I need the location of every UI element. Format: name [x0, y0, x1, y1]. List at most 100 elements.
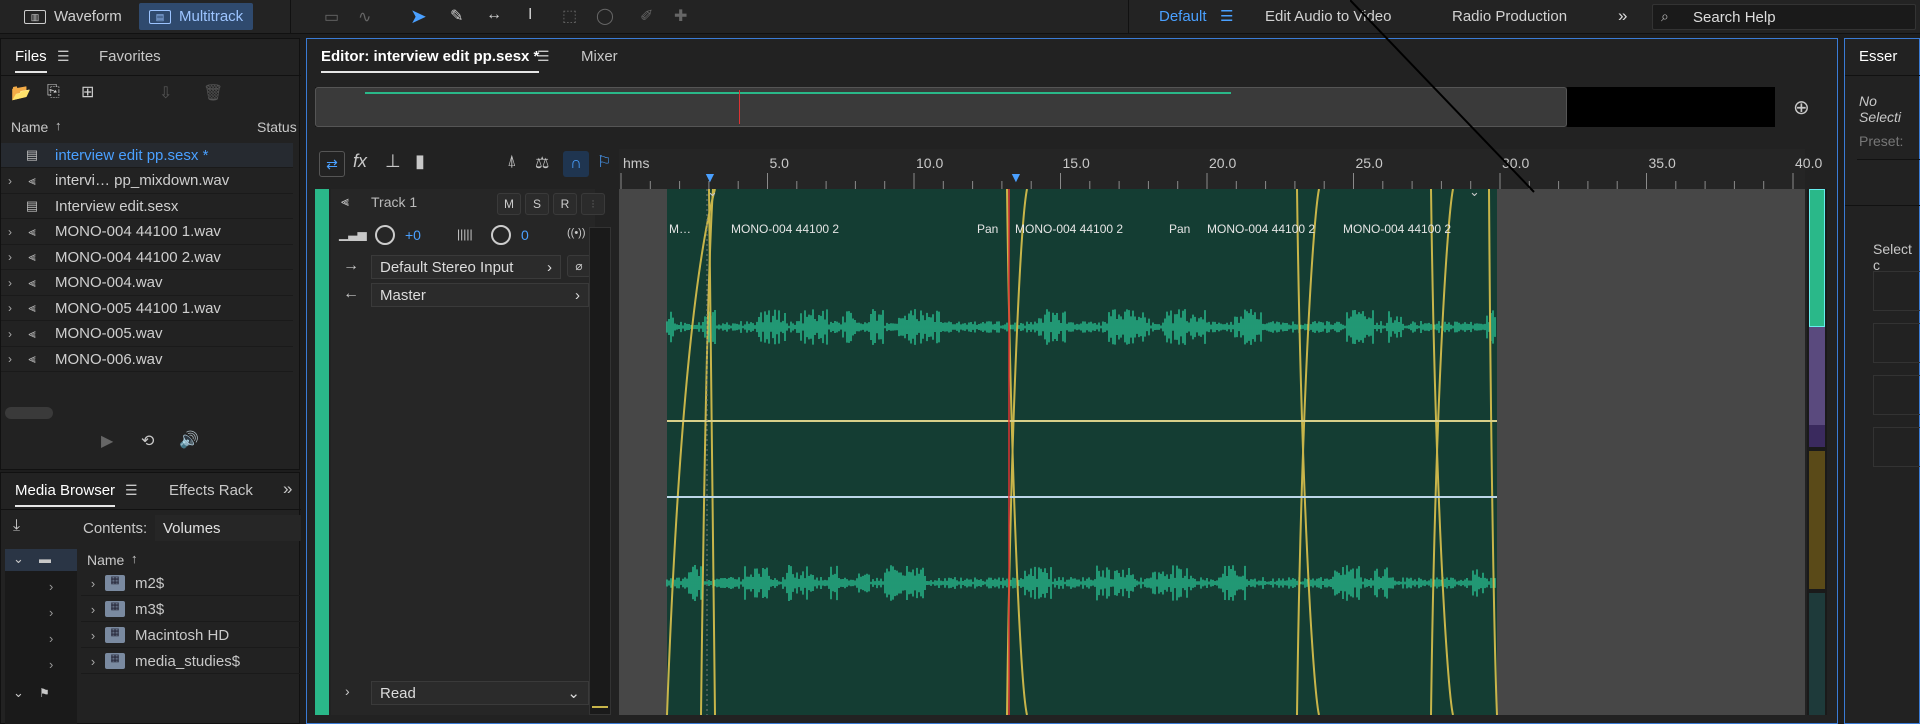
workspace-default[interactable]: Default: [1159, 8, 1207, 25]
file-list-item[interactable]: › ⫷ MONO-005.wav: [1, 322, 293, 347]
chevron-right-icon[interactable]: ›: [1, 327, 19, 341]
volume-item[interactable]: › ▦ Macintosh HD: [81, 623, 301, 648]
chevron-right-icon[interactable]: ›: [81, 628, 105, 643]
column-name[interactable]: Name: [11, 119, 48, 135]
panel-menu-icon[interactable]: ☰: [125, 482, 138, 499]
effects-icon[interactable]: fx: [353, 151, 367, 172]
crossfade-curve[interactable]: [1430, 189, 1454, 715]
new-file-icon[interactable]: ⊞: [81, 82, 94, 102]
column-status[interactable]: Status: [257, 119, 297, 135]
horizontal-scrollbar[interactable]: [5, 407, 53, 419]
auto-play-icon[interactable]: 🔊: [179, 430, 199, 450]
chevron-right-icon[interactable]: ›: [49, 631, 53, 646]
mute-button[interactable]: M: [497, 193, 521, 215]
slip-tool-icon[interactable]: ↔: [486, 6, 502, 24]
chevron-right-icon[interactable]: ›: [81, 602, 105, 617]
snapping-icon[interactable]: ∩: [563, 151, 589, 177]
sends-icon[interactable]: ⊥: [385, 151, 401, 172]
chevron-right-icon[interactable]: ›: [81, 576, 105, 591]
zoom-icon[interactable]: ⊕: [1793, 95, 1810, 120]
metronome-icon[interactable]: ⍋: [507, 153, 517, 171]
pitch-view-icon[interactable]: ∿: [358, 7, 371, 27]
volume-item[interactable]: › ▦ m3$: [81, 597, 301, 622]
move-tool-icon[interactable]: ➤: [410, 4, 427, 29]
column-name[interactable]: Name: [87, 552, 124, 568]
crossfade-curve[interactable]: [1006, 189, 1028, 715]
pan-value[interactable]: 0: [521, 227, 529, 243]
chevron-right-icon[interactable]: ›: [1, 301, 19, 315]
solo-button[interactable]: S: [525, 193, 549, 215]
marker-icon[interactable]: ▼: [703, 169, 717, 185]
file-list-item[interactable]: › ⫷ MONO-004 44100 1.wav: [1, 220, 293, 245]
more-workspaces-icon[interactable]: »: [1618, 6, 1627, 26]
panel-menu-icon[interactable]: ☰: [57, 48, 70, 65]
crossfade-curve[interactable]: [708, 189, 716, 715]
chevron-down-icon[interactable]: ⌄: [707, 184, 718, 200]
record-arm-button[interactable]: R: [553, 193, 577, 215]
panel-menu-icon[interactable]: ☰: [537, 48, 550, 65]
chevron-right-icon[interactable]: ›: [49, 579, 53, 594]
clip-name[interactable]: MONO-004 44100 2: [731, 222, 839, 236]
tab-mixer[interactable]: Mixer: [581, 48, 618, 65]
crossfade-curve[interactable]: [1296, 189, 1320, 715]
vertical-track-navigator[interactable]: [1807, 189, 1827, 715]
loop-icon[interactable]: ⟲: [141, 431, 154, 451]
pan-knob[interactable]: [491, 225, 511, 245]
volume-knob[interactable]: [375, 225, 395, 245]
file-list-item[interactable]: › ⫷ intervi… pp_mixdown.wav: [1, 169, 293, 194]
sfx-type-button[interactable]: [1873, 375, 1920, 415]
file-list-item[interactable]: ▤ Interview edit.sesx: [1, 194, 293, 219]
file-list-item[interactable]: › ⫷ MONO-004 44100 2.wav: [1, 245, 293, 270]
tab-editor[interactable]: Editor: interview edit pp.sesx *: [321, 48, 540, 73]
output-dropdown[interactable]: Master ›: [371, 283, 589, 307]
clip-name[interactable]: M…: [669, 222, 691, 236]
chevron-right-icon[interactable]: ›: [1, 174, 19, 188]
lasso-tool-icon[interactable]: ◯: [596, 6, 614, 26]
chevron-right-icon[interactable]: ›: [81, 654, 105, 669]
import-file-icon[interactable]: ⎘: [47, 83, 60, 101]
clip-name[interactable]: MONO-004 44100 2: [1207, 222, 1315, 236]
tab-effects-rack[interactable]: Effects Rack: [169, 482, 253, 499]
chevron-right-icon[interactable]: ›: [1, 276, 19, 290]
tab-essential-sound[interactable]: Esser: [1859, 48, 1897, 65]
automation-mode-dropdown[interactable]: Read ⌄: [371, 681, 589, 705]
tab-favorites[interactable]: Favorites: [99, 48, 161, 65]
nav-track-5[interactable]: [1809, 593, 1825, 715]
eq-icon[interactable]: ▮: [415, 151, 425, 172]
contents-dropdown[interactable]: Volumes: [155, 515, 301, 541]
marker-icon[interactable]: ⚐: [597, 152, 611, 172]
inputs-outputs-icon[interactable]: ⇄: [319, 151, 345, 177]
download-icon[interactable]: ⤓: [13, 517, 20, 535]
dialogue-type-button[interactable]: [1873, 271, 1920, 311]
monitor-input-button[interactable]: ⁝: [581, 193, 605, 215]
overview-bar[interactable]: [315, 87, 1775, 127]
more-panels-icon[interactable]: »: [283, 479, 292, 499]
multitrack-mode-button[interactable]: ▤ Multitrack: [139, 3, 254, 30]
file-list-item[interactable]: › ⫷ MONO-006.wav: [1, 347, 293, 372]
file-list-item[interactable]: › ⫷ MONO-005 44100 1.wav: [1, 296, 293, 321]
workspace-menu-icon[interactable]: ☰: [1220, 7, 1233, 25]
input-dropdown[interactable]: Default Stereo Input ›: [371, 255, 561, 279]
time-selection-tool-icon[interactable]: I: [528, 6, 532, 24]
volume-item[interactable]: › ▦ media_studies$: [81, 649, 301, 674]
crossfade-curve[interactable]: [1430, 189, 1454, 715]
waveform-mode-button[interactable]: ▥ Waveform: [14, 3, 132, 30]
search-help-field[interactable]: ⌕ Search Help: [1652, 4, 1916, 30]
chevron-down-icon[interactable]: ⌄: [13, 685, 24, 701]
tab-media-browser[interactable]: Media Browser: [15, 482, 116, 507]
nav-track-1[interactable]: [1809, 189, 1825, 327]
crossfade-curve[interactable]: [1296, 189, 1320, 715]
crossfade-curve[interactable]: [666, 189, 716, 715]
chevron-right-icon[interactable]: ›: [1, 225, 19, 239]
brush-tool-icon[interactable]: ✐: [640, 6, 653, 26]
chevron-right-icon[interactable]: ›: [49, 657, 53, 672]
chevron-right-icon[interactable]: ›: [49, 605, 53, 620]
track-name[interactable]: Track 1: [371, 194, 417, 210]
insert-into-multitrack-icon[interactable]: ⇩: [159, 83, 172, 103]
chevron-right-icon[interactable]: ›: [1, 250, 19, 264]
razor-tool-icon[interactable]: ✎: [450, 6, 463, 26]
play-icon[interactable]: ▶: [101, 431, 113, 451]
spectral-view-icon[interactable]: ▭: [324, 7, 339, 27]
ambience-type-button[interactable]: [1873, 427, 1920, 467]
clip-name[interactable]: MONO-004 44100 2: [1015, 222, 1123, 236]
